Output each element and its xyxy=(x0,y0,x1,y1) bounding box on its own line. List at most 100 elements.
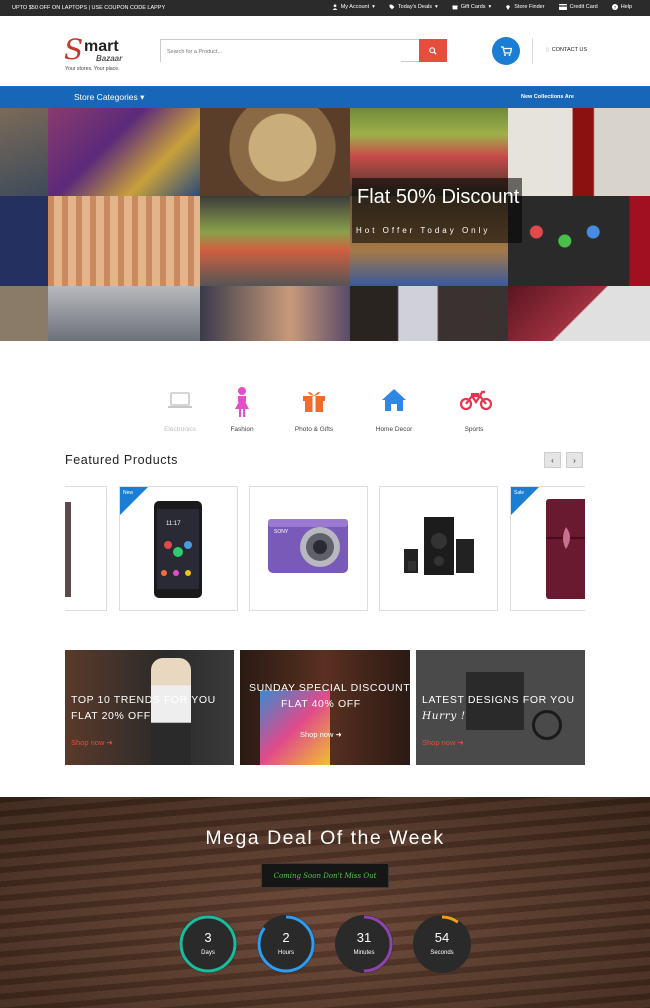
category-label: Photo & Gifts xyxy=(294,426,334,433)
category-label: Electronics xyxy=(164,426,196,433)
logo-sub: Bazaar xyxy=(96,54,123,63)
banner-image xyxy=(532,710,562,740)
countdown-value: 3 xyxy=(204,930,212,945)
shop-now-link[interactable]: Shop now ➜ xyxy=(422,738,464,747)
hero-image-tile xyxy=(0,108,48,196)
tag-icon xyxy=(389,4,395,10)
product-card[interactable]: SONY xyxy=(249,486,368,611)
credit-card-icon xyxy=(558,4,567,10)
product-card[interactable]: Sale xyxy=(510,486,585,611)
help-label: Help xyxy=(620,4,632,10)
hero-caption: Flat 50% Discount Hot Offer Today Only xyxy=(352,178,522,243)
carousel-next-button[interactable]: › xyxy=(566,452,583,468)
countdown-value: 31 xyxy=(356,930,372,945)
countdown-unit: Hours xyxy=(277,950,294,956)
store-finder-label: Store Finder xyxy=(514,4,545,10)
search-box xyxy=(160,39,447,63)
gift-icon xyxy=(452,5,458,10)
shop-now-link[interactable]: Shop now ➜ xyxy=(71,738,113,747)
help-link[interactable]: ? Help xyxy=(611,4,632,10)
cart-button[interactable] xyxy=(492,37,520,65)
map-pin-icon xyxy=(506,5,511,10)
hero-image-tile xyxy=(508,286,650,341)
search-button[interactable] xyxy=(419,39,447,62)
shop-now-label: Shop now xyxy=(300,730,334,739)
deal-subtitle: Coming Soon Don't Miss Out xyxy=(273,871,377,880)
deal-subtitle-box: Coming Soon Don't Miss Out xyxy=(261,863,389,888)
credit-card-link[interactable]: Credit Card xyxy=(558,4,598,10)
hero-slider[interactable]: Flat 50% Discount Hot Offer Today Only xyxy=(0,108,650,341)
hero-image-tile xyxy=(48,108,200,196)
countdown-unit: Minutes xyxy=(353,950,375,956)
product-image: 11:17 xyxy=(154,501,202,598)
banner-offer: Hurry ! xyxy=(422,710,466,722)
banner-offer: FLAT 20% OFF xyxy=(71,710,151,722)
contact-us-link[interactable]: ▯ CONTACT US xyxy=(546,47,587,53)
product-card[interactable] xyxy=(379,486,498,611)
product-image xyxy=(65,502,71,597)
contact-us-label: CONTACT US xyxy=(551,47,588,53)
carousel-prev-button[interactable]: ‹ xyxy=(544,452,561,468)
svg-text:11:17: 11:17 xyxy=(166,521,181,527)
hero-subtitle: Hot Offer Today Only xyxy=(356,226,491,235)
my-account-link[interactable]: My Account ▾ xyxy=(332,4,375,10)
hero-image-tile xyxy=(200,286,350,341)
store-categories-menu[interactable]: Store Categories ▾ xyxy=(74,92,144,103)
site-logo[interactable]: S mart Bazaar Your stores. Your place. xyxy=(64,33,134,73)
logo-letter: S xyxy=(64,33,84,66)
countdown-unit: Days xyxy=(201,950,215,956)
countdown-hours: 2 Hours xyxy=(256,914,316,974)
product-image xyxy=(546,499,585,599)
shop-now-label: Shop now xyxy=(71,738,105,747)
hero-image-tile xyxy=(48,286,200,341)
header: S mart Bazaar Your stores. Your place. ▯… xyxy=(0,16,650,86)
banner-image xyxy=(151,658,191,765)
shop-now-label: Shop now xyxy=(422,738,456,747)
promo-text: UPTO $50 OFF ON LAPTOPS | USE COUPON COD… xyxy=(12,5,166,11)
banner-headline: SUNDAY SPECIAL DISCOUNT xyxy=(249,682,410,694)
store-categories-label: Store Categories xyxy=(74,92,138,102)
chevron-left-icon: ‹ xyxy=(551,455,554,465)
search-input[interactable] xyxy=(161,41,401,63)
laptop-icon xyxy=(168,392,192,408)
chevron-down-icon: ▾ xyxy=(488,4,492,10)
user-icon xyxy=(332,4,338,10)
product-image xyxy=(404,517,474,575)
countdown-unit: Seconds xyxy=(430,950,454,956)
chevron-right-icon: › xyxy=(573,455,576,465)
product-card[interactable]: New 11:17 xyxy=(119,486,238,611)
promo-banner-sunday[interactable]: SUNDAY SPECIAL DISCOUNT FLAT 40% OFF Sho… xyxy=(240,650,410,765)
hero-image-tile xyxy=(0,196,48,286)
gift-cards-link[interactable]: Gift Cards ▾ xyxy=(452,4,492,10)
help-icon: ? xyxy=(611,4,618,10)
hero-title: Flat 50% Discount xyxy=(357,186,520,208)
countdown-minutes: 31 Minutes xyxy=(334,914,394,974)
countdown-value: 54 xyxy=(434,930,450,945)
product-card[interactable] xyxy=(65,486,107,611)
promo-banner-trends[interactable]: TOP 10 TRENDS FOR YOU FLAT 20% OFF Shop … xyxy=(65,650,234,765)
store-finder-link[interactable]: Store Finder xyxy=(505,4,545,10)
countdown-seconds: 54 Seconds xyxy=(412,914,472,974)
category-bar: Store Categories ▾ New Collections Are xyxy=(0,86,650,108)
top-nav: My Account ▾ Today's Deals ▾ Gift Cards ▾ S… xyxy=(332,4,632,10)
product-image: SONY xyxy=(268,519,348,573)
category-label: Sports xyxy=(464,426,484,433)
gift-icon xyxy=(303,391,325,412)
todays-deals-link[interactable]: Today's Deals ▾ xyxy=(389,4,438,10)
arrow-circle-icon: ➜ xyxy=(335,730,342,739)
chevron-down-icon: ▾ xyxy=(435,4,438,10)
marquee-text: New Collections Are xyxy=(521,94,574,100)
my-account-label: My Account xyxy=(340,4,370,10)
hero-image-tile xyxy=(508,108,650,196)
countdown-value: 2 xyxy=(282,930,290,945)
shop-now-link[interactable]: Shop now ➜ xyxy=(300,730,342,739)
hero-image-tile xyxy=(48,196,200,286)
banner-headline: TOP 10 TRENDS FOR YOU xyxy=(71,694,216,706)
category-icons: Electronics Fashion Photo & Gifts Home D… xyxy=(150,386,510,446)
svg-text:SONY: SONY xyxy=(274,529,289,535)
hero-image-tile xyxy=(0,286,48,341)
promo-banner-latest[interactable]: LATEST DESIGNS FOR YOU Hurry ! Shop now … xyxy=(416,650,585,765)
hero-image-tile xyxy=(200,196,350,286)
banner-offer: FLAT 40% OFF xyxy=(281,698,361,710)
arrow-circle-icon: ➜ xyxy=(106,738,113,747)
